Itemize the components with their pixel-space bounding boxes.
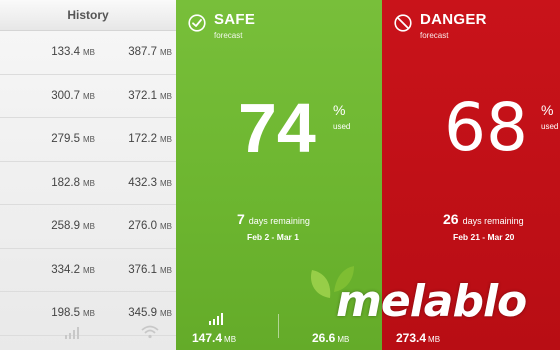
percent-sign: %: [333, 102, 346, 118]
unit-label: MB: [160, 91, 172, 101]
wifi-usage-value: 26.6 MB: [312, 331, 350, 345]
used-label: used: [333, 122, 351, 131]
unit-label: MB: [83, 48, 95, 58]
unit-label: MB: [83, 135, 95, 145]
unit-label: MB: [83, 178, 95, 188]
panel-title: DANGER: [420, 11, 487, 28]
days-count: 26: [443, 211, 459, 227]
table-row[interactable]: 300.7 MB 372.1 MB: [0, 75, 176, 118]
unit-label: MB: [83, 222, 95, 232]
table-row[interactable]: 133.4 MB 387.7 MB: [0, 31, 176, 75]
date-range: Feb 21 - Mar 20: [453, 232, 515, 242]
history-panel: History 133.4 MB 387.7 MB 300.7 MB 372.1 MB …: [0, 0, 176, 350]
days-label: days remaining: [462, 216, 524, 226]
table-row[interactable]: 182.8 MB 432.3 MB: [0, 162, 176, 205]
table-row[interactable]: 258.9 MB 276.0 MB: [0, 205, 176, 249]
unit-label: MB: [160, 135, 172, 145]
days-count: 7: [237, 211, 245, 227]
panel-subtitle: forecast: [214, 31, 243, 40]
prohibited-icon: [394, 14, 412, 37]
unit-label: MB: [160, 222, 172, 232]
percent-used-value: 74: [238, 89, 316, 167]
cellular-usage-value: 147.4 MB: [192, 331, 237, 345]
history-title: History: [0, 0, 176, 31]
cellular-usage-value: 273.4 MB: [396, 331, 441, 345]
table-row[interactable]: 334.2 MB 376.1 MB: [0, 249, 176, 292]
table-row[interactable]: 279.5 MB 172.2 MB: [0, 118, 176, 162]
footer-divider: [278, 314, 279, 338]
unit-label: MB: [83, 265, 95, 275]
days-remaining: 26 days remaining: [443, 211, 524, 227]
wifi-value: 276.0: [128, 220, 157, 233]
panel-subtitle: forecast: [420, 31, 449, 40]
unit-label: MB: [160, 178, 172, 188]
days-label: days remaining: [248, 216, 310, 226]
percent-used-value: 68: [444, 89, 528, 166]
wifi-value: 432.3: [128, 176, 157, 189]
history-footer: [0, 316, 176, 350]
percent-sign: %: [541, 102, 554, 118]
unit-label: MB: [83, 91, 95, 101]
watermark-logo: melablo: [336, 276, 527, 327]
wifi-value: 172.2: [128, 133, 157, 146]
cell-value: 334.2: [51, 263, 80, 276]
cell-value: 182.8: [51, 176, 80, 189]
unit-label: MB: [160, 265, 172, 275]
signal-bars-icon: [208, 312, 224, 330]
cell-value: 300.7: [51, 89, 80, 102]
days-remaining: 7 days remaining: [237, 211, 310, 227]
unit-label: MB: [160, 48, 172, 58]
wifi-value: 387.7: [128, 46, 157, 59]
wifi-value: 376.1: [128, 263, 157, 276]
date-range: Feb 2 - Mar 1: [247, 232, 299, 242]
cell-value: 279.5: [51, 133, 80, 146]
used-label: used: [541, 122, 559, 131]
cell-value: 258.9: [51, 220, 80, 233]
wifi-icon[interactable]: [141, 325, 159, 344]
panel-title: SAFE: [214, 11, 256, 28]
cell-value: 133.4: [51, 46, 80, 59]
check-circle-icon: [188, 14, 206, 37]
signal-bars-icon[interactable]: [64, 326, 80, 344]
wifi-value: 372.1: [128, 89, 157, 102]
